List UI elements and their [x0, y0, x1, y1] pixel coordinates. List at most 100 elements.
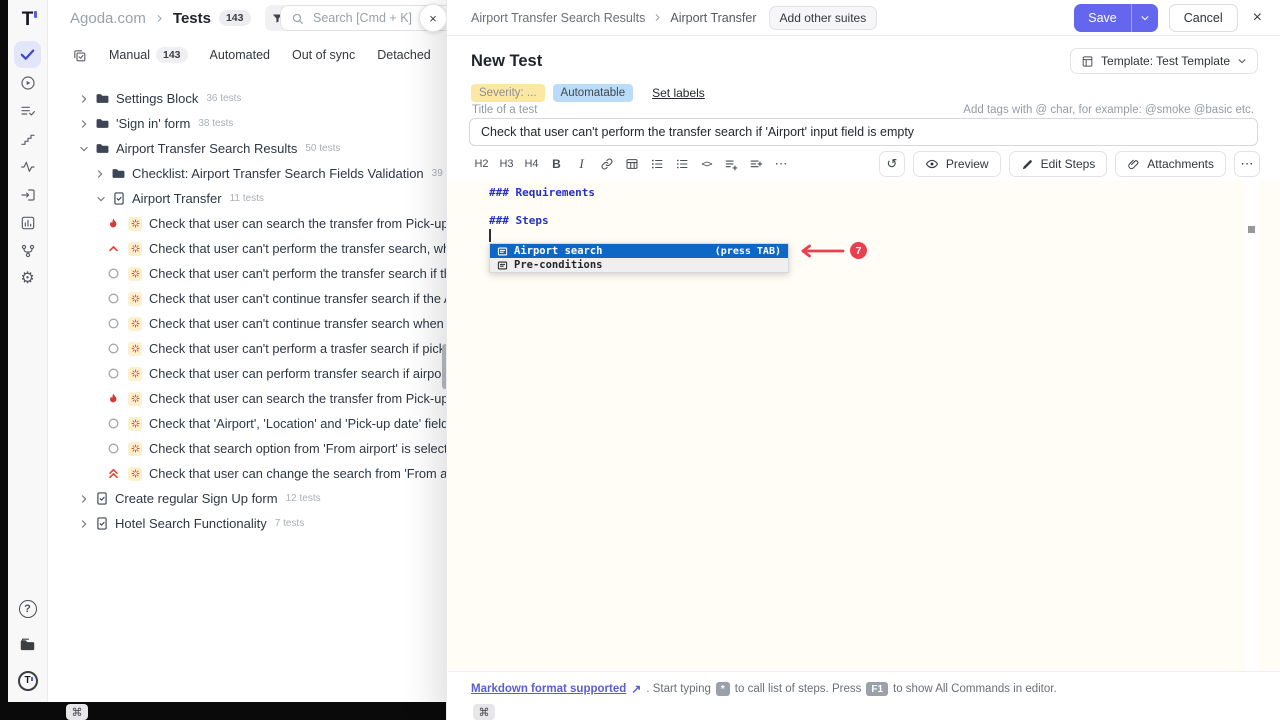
- test-row[interactable]: Check that user can't continue transfer …: [48, 286, 446, 311]
- tab[interactable]: Out of sync: [292, 48, 355, 62]
- test-row[interactable]: Check that user can't continue transfer …: [48, 311, 446, 336]
- help-button[interactable]: ?: [14, 595, 41, 622]
- sidebar-item-steps[interactable]: [14, 125, 41, 152]
- tab[interactable]: Manual 143: [109, 47, 188, 63]
- set-labels-link[interactable]: Set labels: [652, 86, 705, 100]
- code-button[interactable]: <>: [696, 153, 717, 175]
- sidebar-item-reports[interactable]: [14, 209, 41, 236]
- link-button[interactable]: [596, 153, 617, 175]
- autocomplete-option[interactable]: Pre-conditions: [490, 258, 788, 272]
- test-row[interactable]: Check that user can't perform a trasfer …: [48, 336, 446, 361]
- manual-test-icon: [128, 267, 142, 281]
- expander-icon[interactable]: [95, 169, 105, 179]
- about-button[interactable]: T: [14, 667, 41, 694]
- suite-row[interactable]: Settings Block 36 tests: [48, 86, 446, 111]
- automatable-badge[interactable]: Automatable: [553, 84, 634, 102]
- docs-button[interactable]: [14, 631, 41, 658]
- sidebar-item-branches[interactable]: [14, 237, 41, 264]
- suite-icon: [95, 516, 109, 531]
- expander-icon[interactable]: [78, 494, 89, 504]
- panel-close-button[interactable]: ×: [419, 4, 446, 32]
- severity-badge[interactable]: Severity: ...: [471, 84, 545, 102]
- new-test-drawer: Airport Transfer Search Results Airport …: [446, 0, 1280, 720]
- markdown-editor[interactable]: ### Requirements ### Steps Airport searc…: [448, 180, 1280, 672]
- test-title-input[interactable]: [469, 118, 1258, 146]
- sidebar-item-plans[interactable]: [14, 97, 41, 124]
- close-drawer-button[interactable]: ×: [1249, 9, 1266, 27]
- table-button[interactable]: [621, 153, 642, 175]
- insert-snippet-list-button[interactable]: [746, 153, 767, 175]
- template-selector[interactable]: Template: Test Template: [1070, 48, 1258, 74]
- close-icon: ×: [429, 11, 437, 26]
- suite-label: Airport Transfer: [132, 191, 222, 206]
- help-icon: ?: [19, 600, 37, 618]
- ordered-list-button[interactable]: [646, 153, 667, 175]
- sidebar-item-runs[interactable]: [14, 69, 41, 96]
- test-row[interactable]: Check that user can't perform the transf…: [48, 261, 446, 286]
- test-row[interactable]: Check that user can perform transfer sea…: [48, 361, 446, 386]
- suite-icon: [95, 141, 110, 156]
- add-other-suites-button[interactable]: Add other suites: [769, 6, 878, 30]
- more-actions-button[interactable]: ⋯: [1234, 151, 1260, 177]
- insert-steps-list-button[interactable]: [721, 153, 742, 175]
- manual-test-icon: [128, 367, 142, 381]
- manual-test-icon: [128, 292, 142, 306]
- annotation-step-badge: 7: [850, 242, 867, 259]
- cancel-button[interactable]: Cancel: [1169, 4, 1238, 32]
- history-button[interactable]: ↺: [879, 151, 905, 177]
- suite-row[interactable]: Checklist: Airport Transfer Search Field…: [48, 161, 446, 186]
- markdown-help-link[interactable]: Markdown format supported: [471, 683, 626, 695]
- search-icon: [291, 12, 304, 25]
- suite-test-count: 50 tests: [305, 143, 340, 154]
- italic-button[interactable]: I: [571, 153, 592, 175]
- select-all-button[interactable]: [72, 48, 87, 63]
- edit-steps-button[interactable]: Edit Steps: [1009, 151, 1108, 177]
- test-title: Check that user can search the transfer …: [149, 391, 446, 406]
- test-title: Check that user can't continue transfer …: [149, 316, 446, 331]
- expander-icon[interactable]: [78, 144, 89, 154]
- breadcrumb-project[interactable]: Agoda.com: [70, 10, 146, 27]
- tab[interactable]: Automated: [210, 48, 270, 62]
- heading3-button[interactable]: H3: [496, 153, 517, 175]
- save-options-button[interactable]: [1131, 4, 1158, 32]
- more-formats-button[interactable]: ⋯: [771, 153, 792, 175]
- severity-icon: [106, 316, 121, 331]
- test-row[interactable]: Check that user can search the transfer …: [48, 211, 446, 236]
- test-title: Check that user can't continue transfer …: [149, 291, 446, 306]
- breadcrumb-suite[interactable]: Airport Transfer Search Results: [471, 11, 645, 25]
- sidebar-item-imports[interactable]: [14, 181, 41, 208]
- test-row[interactable]: Check that user can change the search fr…: [48, 461, 446, 486]
- suite-row[interactable]: 'Sign in' form 38 tests: [48, 111, 446, 136]
- suite-row[interactable]: Airport Transfer 11 tests: [48, 186, 446, 211]
- sidebar-item-analytics[interactable]: [14, 153, 41, 180]
- autocomplete-hint: (press TAB): [715, 246, 781, 257]
- test-row[interactable]: Check that 'Airport', 'Location' and 'Pi…: [48, 411, 446, 436]
- autocomplete-label: Pre-conditions: [514, 259, 603, 271]
- heading2-button[interactable]: H2: [471, 153, 492, 175]
- list-plus-alt-icon: [749, 157, 764, 172]
- editor-scrollbar[interactable]: [1248, 226, 1255, 233]
- preview-button[interactable]: Preview: [913, 151, 1001, 177]
- tab-label: Out of sync: [292, 48, 355, 62]
- bullet-list-button[interactable]: [671, 153, 692, 175]
- tab[interactable]: Detached: [377, 48, 431, 62]
- test-row[interactable]: Check that user can't perform the transf…: [48, 236, 446, 261]
- test-row[interactable]: Check that search option from 'From airp…: [48, 436, 446, 461]
- suite-row[interactable]: Hotel Search Functionality 7 tests: [48, 511, 446, 536]
- expander-icon[interactable]: [78, 94, 89, 104]
- suite-row[interactable]: Create regular Sign Up form 12 tests: [48, 486, 446, 511]
- expander-icon[interactable]: [78, 119, 89, 129]
- manual-test-icon: [128, 242, 142, 256]
- bold-button[interactable]: B: [546, 153, 567, 175]
- expander-icon[interactable]: [95, 194, 106, 204]
- breadcrumb-subsuite[interactable]: Airport Transfer: [670, 11, 756, 25]
- test-row[interactable]: Check that user can search the transfer …: [48, 386, 446, 411]
- suite-row[interactable]: Airport Transfer Search Results 50 tests: [48, 136, 446, 161]
- sidebar-item-settings[interactable]: ⚙: [14, 265, 41, 292]
- save-button[interactable]: Save: [1074, 4, 1131, 32]
- expander-icon[interactable]: [78, 519, 89, 529]
- sidebar-item-tests[interactable]: [14, 41, 41, 68]
- attachments-button[interactable]: Attachments: [1115, 151, 1226, 177]
- autocomplete-option[interactable]: Airport search (press TAB): [490, 244, 788, 258]
- heading4-button[interactable]: H4: [521, 153, 542, 175]
